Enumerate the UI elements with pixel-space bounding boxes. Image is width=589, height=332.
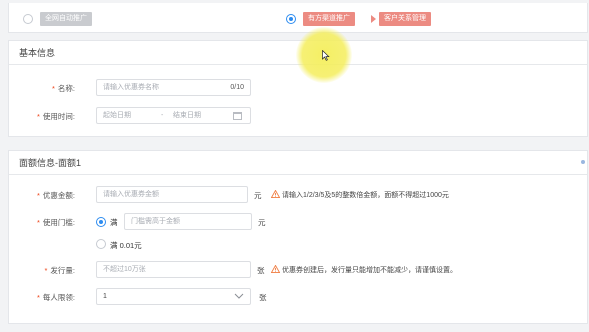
date-range-picker[interactable]: 起始日期 - 结束日期 [96, 107, 251, 124]
collapse-toggle-icon[interactable] [581, 160, 585, 164]
per-user-limit-select[interactable]: 1 [96, 288, 251, 305]
per-user-limit-unit: 张 [259, 293, 267, 302]
amount-label: * 优惠金额: [36, 191, 75, 200]
name-label: * 名称: [51, 84, 75, 93]
start-date-placeholder: 起始日期 [103, 112, 131, 119]
warning-icon [271, 265, 280, 273]
chevron-down-icon [234, 293, 244, 299]
threshold-label: * 使用门槛: [36, 218, 75, 227]
threshold-unit: 元 [258, 218, 266, 227]
issue-count-placeholder: 不超过10万张 [103, 266, 146, 273]
threshold-placeholder: 门槛需高于金额 [131, 218, 180, 225]
issue-count-label: * 发行量: [44, 266, 75, 275]
name-placeholder: 请输入优惠券名称 [103, 84, 159, 91]
end-date-placeholder: 结束日期 [173, 112, 201, 119]
amount-hint: 请输入1/2/3/5及5的整数倍金额，面额不得超过1000元 [271, 190, 449, 200]
required-mark: * [36, 218, 40, 227]
arrow-right-icon [371, 15, 376, 23]
required-mark: * [36, 293, 40, 302]
issue-count-input[interactable]: 不超过10万张 [96, 261, 251, 278]
amount-input[interactable]: 请输入优惠券金额 [96, 186, 248, 203]
use-time-label: * 使用时间: [36, 112, 75, 121]
auto-promotion-radio[interactable] [23, 14, 33, 24]
warning-icon [271, 190, 280, 198]
required-mark: * [44, 266, 48, 275]
face-value-title: 面额信息-面额1 [9, 151, 587, 175]
per-user-limit-value: 1 [103, 293, 107, 300]
threshold-full-label: 满 [110, 218, 118, 227]
required-mark: * [36, 191, 40, 200]
channel-promotion-radio[interactable] [286, 14, 296, 24]
promotion-type-panel: 全网自动推广 有方渠道推广 客户关系管理 [8, 3, 588, 33]
calendar-icon[interactable] [233, 112, 242, 120]
date-separator: - [161, 112, 164, 119]
threshold-full-radio[interactable] [96, 217, 106, 227]
required-mark: * [36, 112, 40, 121]
name-input[interactable]: 请输入优惠券名称 0/10 [96, 79, 251, 96]
crm-tag[interactable]: 客户关系管理 [379, 12, 431, 26]
channel-promotion-tag[interactable]: 有方渠道推广 [303, 12, 355, 26]
issue-count-unit: 张 [257, 266, 265, 275]
per-user-limit-label: * 每人限领: [36, 293, 75, 302]
auto-promotion-tag[interactable]: 全网自动推广 [40, 12, 92, 26]
threshold-min-radio[interactable] [96, 239, 106, 249]
amount-placeholder: 请输入优惠券金额 [103, 191, 159, 198]
mouse-cursor-icon [322, 50, 330, 61]
amount-unit: 元 [254, 191, 262, 200]
name-char-counter: 0/10 [230, 84, 244, 91]
face-value-section: 面额信息-面额1 * 优惠金额: 请输入优惠券金额 元 请输入1/2/3/5及5的… [8, 150, 588, 324]
required-mark: * [51, 84, 55, 93]
threshold-input[interactable]: 门槛需高于金额 [124, 213, 252, 230]
issue-count-hint: 优惠券创建后，发行量只能增加不能减少，请谨慎设置。 [271, 265, 457, 275]
threshold-min-label: 满 0.01元 [110, 241, 142, 250]
